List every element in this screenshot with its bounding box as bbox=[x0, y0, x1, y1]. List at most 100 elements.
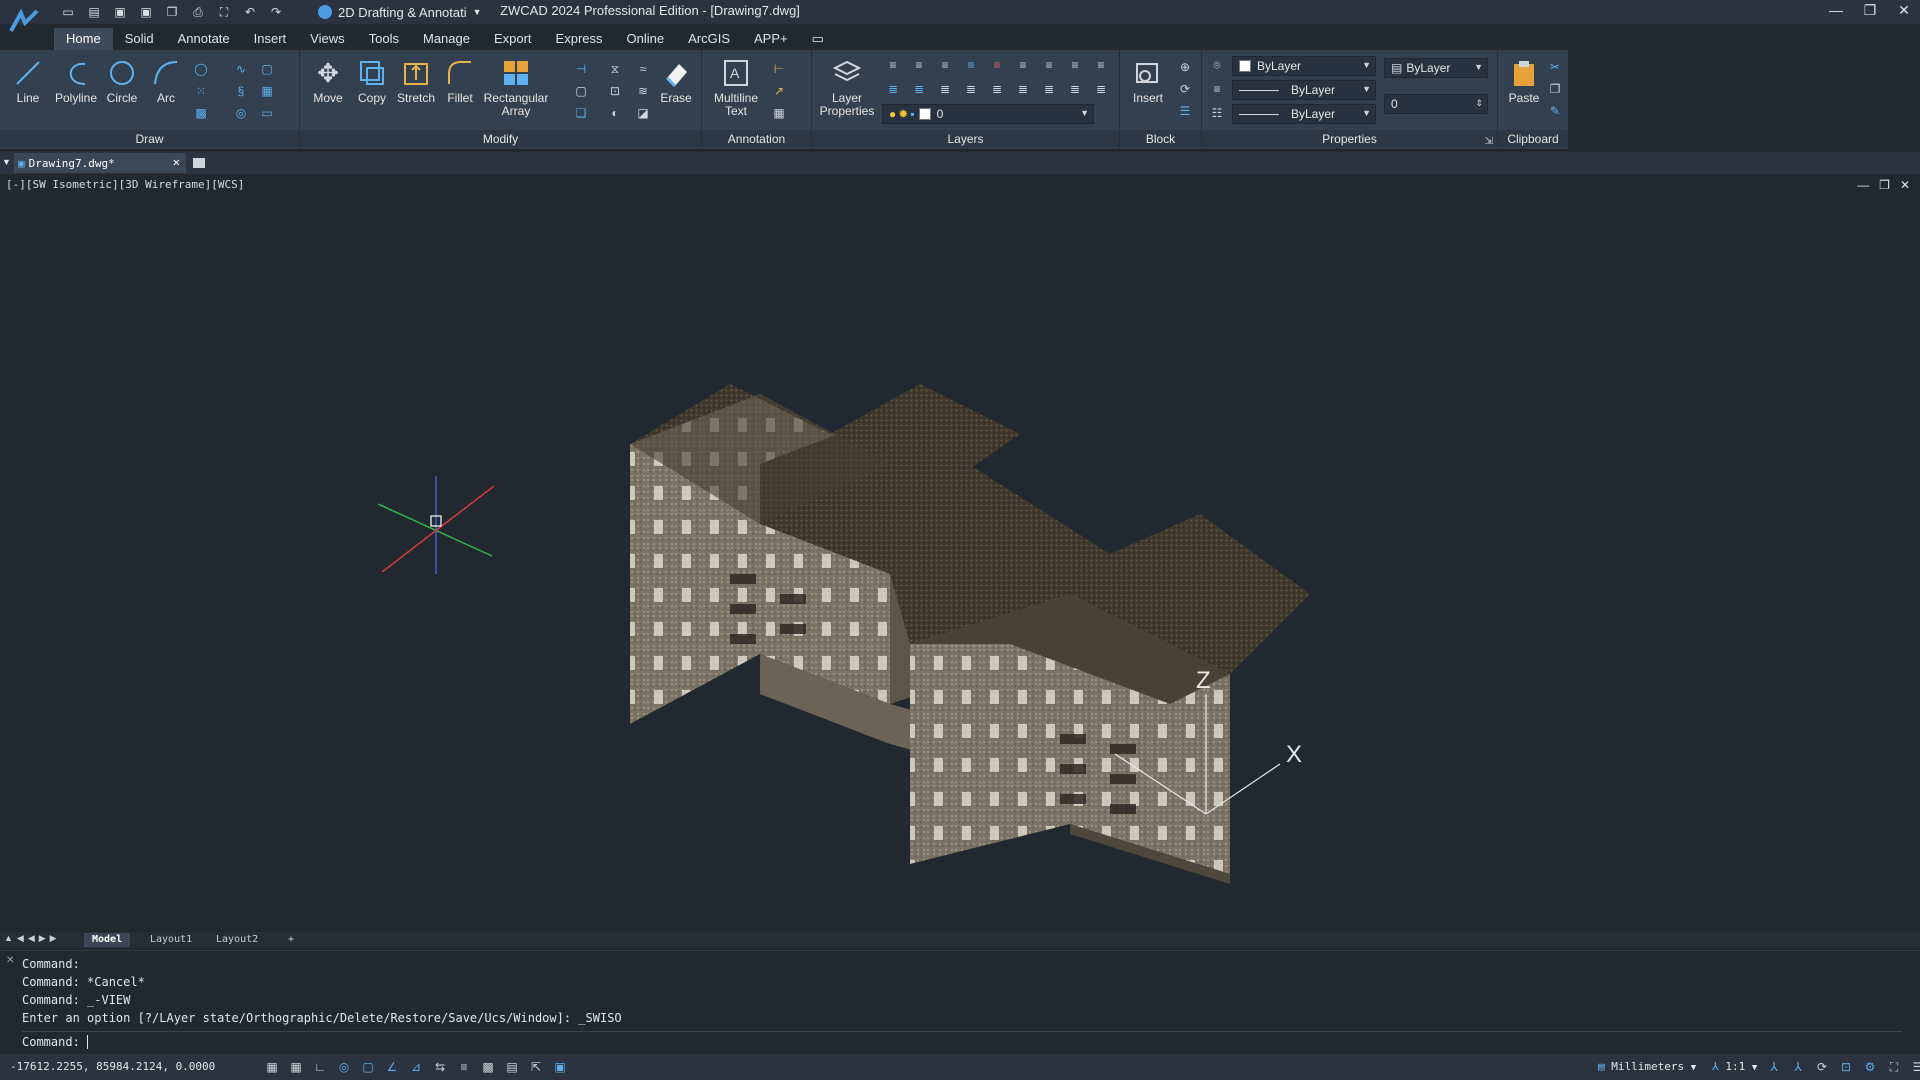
layer-tool-1-icon[interactable]: ≡ bbox=[884, 56, 902, 74]
tab-solid[interactable]: Solid bbox=[113, 28, 166, 50]
tab-express[interactable]: Express bbox=[544, 28, 615, 50]
tab-tools[interactable]: Tools bbox=[357, 28, 411, 50]
layer-tool-7-icon[interactable]: ≡ bbox=[1040, 56, 1058, 74]
explode-icon[interactable]: ❏ bbox=[572, 104, 590, 122]
color-dropdown[interactable]: ByLayer ▼ bbox=[1232, 56, 1376, 76]
rectangle-icon[interactable]: ▭ bbox=[258, 104, 276, 122]
annotation-scale[interactable]: ⅄ 1:1 ▼ bbox=[1712, 1060, 1757, 1073]
layer-tool-15-icon[interactable]: ≣ bbox=[1014, 80, 1032, 98]
copy-clip-icon[interactable]: ❐ bbox=[1546, 80, 1564, 98]
layer-tool-6-icon[interactable]: ≡ bbox=[1014, 56, 1032, 74]
fillet-button[interactable]: Fillet bbox=[436, 56, 484, 105]
donut-icon[interactable]: ◎ bbox=[232, 104, 250, 122]
layer-tool-11-icon[interactable]: ≣ bbox=[910, 80, 928, 98]
polyline-button[interactable]: Polyline bbox=[52, 56, 100, 105]
object-snap-tracking-icon[interactable]: ∠ bbox=[384, 1059, 400, 1075]
offset-icon[interactable]: ≈ bbox=[634, 60, 652, 78]
layout-tab-layout1[interactable]: Layout1 bbox=[142, 933, 200, 947]
customization-menu-icon[interactable]: ☰ bbox=[1910, 1059, 1920, 1075]
linetype-dropdown[interactable]: ByLayer ▼ bbox=[1232, 104, 1376, 124]
dimension-icon[interactable]: ⊢ bbox=[770, 60, 788, 78]
command-close-icon[interactable]: ✕ bbox=[6, 955, 14, 966]
clean-screen-icon[interactable]: ⛶ bbox=[1886, 1059, 1902, 1075]
insert-button[interactable]: Insert bbox=[1124, 56, 1172, 105]
paste-button[interactable]: Paste bbox=[1500, 56, 1548, 105]
units-selector[interactable]: ▤ Millimeters ▼ bbox=[1598, 1060, 1696, 1073]
trim-icon[interactable]: ⊣ bbox=[572, 60, 590, 78]
stretch-button[interactable]: Stretch bbox=[392, 56, 440, 105]
tab-views[interactable]: Views bbox=[298, 28, 356, 50]
properties-launcher-icon[interactable]: ⇲ bbox=[1485, 136, 1493, 147]
layer-tool-9-icon[interactable]: ≡ bbox=[1092, 56, 1110, 74]
viewport-minimize-icon[interactable]: — bbox=[1857, 178, 1869, 192]
join-icon[interactable]: ≋ bbox=[634, 82, 652, 100]
cut-icon[interactable]: ✂ bbox=[1546, 58, 1564, 76]
match-properties-icon[interactable]: ⌾ bbox=[1208, 56, 1226, 74]
line-button[interactable]: Line bbox=[4, 56, 52, 105]
layer-tool-12-icon[interactable]: ≣ bbox=[936, 80, 954, 98]
polar-tracking-icon[interactable]: ◎ bbox=[336, 1059, 352, 1075]
wipeout-icon[interactable]: ▦ bbox=[258, 82, 276, 100]
ellipse-icon[interactable]: ◯ bbox=[192, 60, 210, 78]
layer-tool-17-icon[interactable]: ≣ bbox=[1066, 80, 1084, 98]
layer-properties-button[interactable]: Layer Properties bbox=[816, 56, 878, 118]
ribbon-toggle-icon[interactable]: ▭ bbox=[800, 28, 836, 50]
quick-properties-icon[interactable]: ▤ bbox=[504, 1059, 520, 1075]
layer-tool-8-icon[interactable]: ≡ bbox=[1066, 56, 1084, 74]
annotation-visibility-icon[interactable]: ⅄ bbox=[1766, 1059, 1782, 1075]
leader-icon[interactable]: ↗ bbox=[770, 82, 788, 100]
viewport-restore-icon[interactable]: ❐ bbox=[1879, 178, 1890, 192]
tab-list-chevron-icon[interactable]: ▼ bbox=[2, 157, 11, 167]
region-icon[interactable]: ▢ bbox=[258, 60, 276, 78]
workspace-switch-icon[interactable]: ⟳ bbox=[1814, 1059, 1830, 1075]
layout-nav-icons[interactable]: ▲◀◀▶▶ bbox=[4, 933, 61, 944]
close-icon[interactable]: ✕ bbox=[1896, 2, 1912, 19]
maximize-icon[interactable]: ❐ bbox=[1862, 2, 1878, 19]
tab-export[interactable]: Export bbox=[482, 28, 544, 50]
drawing-viewport[interactable]: [-][SW Isometric][3D Wireframe][WCS] — ❐… bbox=[0, 174, 1920, 936]
tab-home[interactable]: Home bbox=[54, 28, 113, 50]
viewport-close-icon[interactable]: ✕ bbox=[1900, 178, 1910, 192]
selection-cycling-icon[interactable]: ⇱ bbox=[528, 1059, 544, 1075]
viewport-controls-label[interactable]: [-][SW Isometric][3D Wireframe][WCS] bbox=[6, 178, 244, 191]
doc-tab-drawing7[interactable]: ▣ Drawing7.dwg* ✕ bbox=[14, 153, 186, 173]
move-button[interactable]: ✥ Move bbox=[304, 56, 352, 105]
tab-arcgis[interactable]: ArcGIS bbox=[676, 28, 742, 50]
linetype-icon[interactable]: ☷ bbox=[1208, 104, 1226, 122]
hatch-icon[interactable]: ▩ bbox=[192, 104, 210, 122]
layer-tool-14-icon[interactable]: ≣ bbox=[988, 80, 1006, 98]
match-format-icon[interactable]: ✎ bbox=[1546, 102, 1564, 120]
coordinate-readout[interactable]: -17612.2255, 85984.2124, 0.0000 bbox=[10, 1060, 215, 1073]
point-icon[interactable]: ⁙ bbox=[192, 82, 210, 100]
command-input[interactable]: Command: bbox=[22, 1031, 1902, 1051]
lock-ui-icon[interactable]: ⊡ bbox=[1838, 1059, 1854, 1075]
lineweight-dropdown[interactable]: ByLayer ▼ bbox=[1232, 80, 1376, 100]
annotation-monitor-icon[interactable]: ▣ bbox=[552, 1059, 568, 1075]
close-tab-icon[interactable]: ✕ bbox=[173, 155, 180, 169]
dynamic-input-icon[interactable]: ⇆ bbox=[432, 1059, 448, 1075]
object-snap-icon[interactable]: ▢ bbox=[360, 1059, 376, 1075]
chamfer-icon[interactable]: ◪ bbox=[634, 104, 652, 122]
tab-insert[interactable]: Insert bbox=[242, 28, 299, 50]
settings-gear-icon[interactable]: ⚙ bbox=[1862, 1059, 1878, 1075]
plot-style-dropdown[interactable]: ▤ ByLayer ▼ bbox=[1384, 58, 1488, 78]
arc-button[interactable]: Arc bbox=[142, 56, 190, 105]
rectangular-array-button[interactable]: Rectangular Array bbox=[484, 56, 548, 118]
break-icon[interactable]: ◐ bbox=[606, 104, 624, 122]
lineweight-icon[interactable]: ≡ bbox=[1208, 80, 1226, 98]
layer-tool-13-icon[interactable]: ≣ bbox=[962, 80, 980, 98]
snap-mode-icon[interactable]: ▦ bbox=[264, 1059, 280, 1075]
stepper-arrows-icon[interactable]: ⇕ bbox=[1475, 98, 1483, 109]
layer-tool-18-icon[interactable]: ≣ bbox=[1092, 80, 1110, 98]
layer-tool-3-icon[interactable]: ≡ bbox=[936, 56, 954, 74]
new-tab-icon[interactable] bbox=[192, 156, 208, 170]
layer-tool-4-icon[interactable]: ≡ bbox=[962, 56, 980, 74]
ortho-mode-icon[interactable]: ∟ bbox=[312, 1059, 328, 1075]
block-attributes-icon[interactable]: ☰ bbox=[1176, 102, 1194, 120]
spline-icon[interactable]: ∿ bbox=[232, 60, 250, 78]
lineweight-toggle-icon[interactable]: ≡ bbox=[456, 1059, 472, 1075]
mirror-icon[interactable]: ⧖ bbox=[606, 60, 624, 78]
grid-display-icon[interactable]: ▦ bbox=[288, 1059, 304, 1075]
current-layer-dropdown[interactable]: ● ✹ ▪ 0 ▼ bbox=[882, 104, 1094, 124]
layout-tab-model[interactable]: Model bbox=[84, 933, 131, 947]
